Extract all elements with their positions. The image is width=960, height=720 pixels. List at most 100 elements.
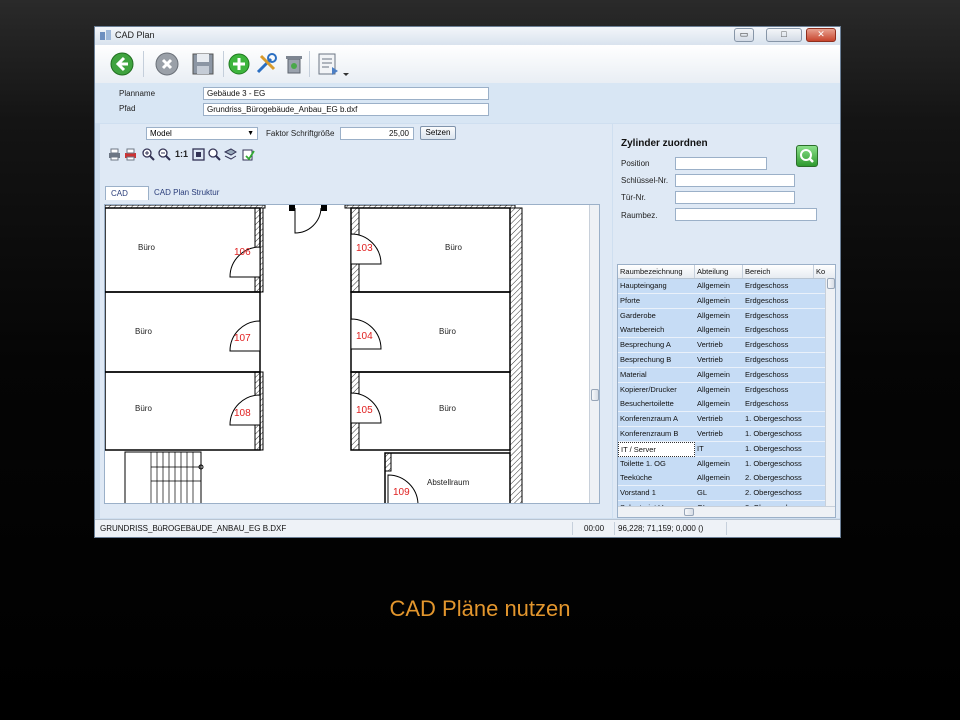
print-icon[interactable] [108, 148, 121, 161]
plan-header: Planname Gebäude 3 - EG Pfad Grundriss_B… [95, 83, 840, 123]
status-bar: GRUNDRISS_BüROGEBäUDE_ANBAU_EG B.DXF 00:… [95, 519, 840, 537]
table-cell: 1. Obergeschoss [745, 429, 802, 438]
door-number[interactable]: 105 [356, 405, 373, 416]
table-cell: Vertrieb [697, 355, 723, 364]
schluessel-nr-field[interactable] [675, 174, 795, 187]
table-row[interactable]: Garderobe Allgemein Erdgeschoss [618, 308, 825, 324]
table-row[interactable]: Teeküche Allgemein 2. Obergeschoss [618, 471, 825, 487]
add-icon[interactable] [226, 51, 252, 77]
table-row[interactable]: Pforte Allgemein Erdgeschoss [618, 293, 825, 309]
tuer-nr-field[interactable] [675, 191, 795, 204]
main-toolbar [95, 45, 840, 84]
door-number[interactable]: 106 [234, 247, 251, 258]
planname-field[interactable]: Gebäude 3 - EG [203, 87, 489, 100]
toolbar-separator [143, 51, 144, 77]
table-row[interactable]: Wartebereich Allgemein Erdgeschoss [618, 323, 825, 339]
cad-view-pane: Model ▼ Faktor Schriftgröße 25,00 Setzen… [100, 124, 612, 518]
search-button[interactable] [796, 145, 818, 167]
room-table: Raumbezeichnung Abteilung Bereich Ko Hau… [617, 264, 836, 518]
raumbez-field[interactable] [675, 208, 817, 221]
table-cell: Allgemein [697, 281, 730, 290]
table-cell: Besprechung A [620, 340, 671, 350]
tab-cad-plan[interactable]: CAD Plan [105, 186, 149, 212]
column-header[interactable]: Ko [814, 265, 835, 278]
cad-plan-window: CAD Plan ▭ □ ✕ Planname Gebäude 3 - EG P… [94, 26, 841, 538]
door-number[interactable]: 103 [356, 243, 373, 254]
cancel-icon[interactable] [154, 51, 180, 77]
table-row[interactable]: Toilette 1. OG Allgemein 1. Obergeschoss [618, 456, 825, 472]
table-cell: Erdgeschoss [745, 281, 789, 290]
properties-icon[interactable] [242, 148, 255, 161]
table-row[interactable]: Material Allgemein Erdgeschoss [618, 367, 825, 383]
table-cell: Allgemein [697, 384, 730, 394]
tools-icon[interactable] [253, 51, 279, 77]
table-cell: Erdgeschoss [745, 340, 789, 350]
table-cell: Erdgeschoss [745, 295, 789, 305]
tuer-nr-label: Tür-Nr. [621, 193, 646, 202]
app-icon [100, 30, 111, 40]
table-cell: Erdgeschoss [745, 384, 789, 394]
scroll-thumb[interactable] [591, 389, 599, 401]
room-label: Büro [135, 404, 152, 413]
door-number[interactable]: 104 [356, 331, 373, 342]
table-row[interactable]: Kopierer/Drucker Allgemein Erdgeschoss [618, 382, 825, 398]
zoom-extents-icon[interactable] [192, 148, 205, 161]
print-preview-icon[interactable] [124, 148, 137, 161]
door-number[interactable]: 108 [234, 408, 251, 419]
minimize-button[interactable]: ▭ [734, 28, 754, 42]
table-row[interactable]: Besprechung A Vertrieb Erdgeschoss [618, 338, 825, 354]
zoom-in-icon[interactable] [142, 148, 155, 161]
table-cell: Allgemein [697, 399, 730, 409]
zoom-window-icon[interactable] [208, 148, 221, 161]
table-cell: IT [697, 443, 704, 453]
scroll-thumb[interactable] [827, 278, 835, 289]
delete-icon[interactable] [281, 51, 307, 77]
zoom-1-1-button[interactable]: 1:1 [175, 149, 188, 159]
table-cell: 1. Obergeschoss [745, 458, 802, 468]
zylinder-panel: Zylinder zuordnen Position Schlüssel-Nr.… [613, 124, 840, 518]
setzen-button[interactable]: Setzen [420, 126, 456, 140]
zylinder-title: Zylinder zuordnen [621, 138, 708, 149]
table-row[interactable]: Besuchertoilette Allgemein Erdgeschoss [618, 397, 825, 413]
table-row[interactable]: Haupteingang Allgemein Erdgeschoss [618, 279, 825, 294]
cad-drawing-canvas[interactable]: Büro Büro Büro Büro Büro Büro Abstellrau… [104, 204, 600, 504]
canvas-vertical-scrollbar[interactable] [589, 205, 599, 503]
scroll-thumb[interactable] [684, 508, 694, 516]
table-row[interactable]: Besprechung B Vertrieb Erdgeschoss [618, 353, 825, 368]
room-label: Büro [445, 243, 462, 252]
position-field[interactable] [675, 157, 767, 170]
table-cell: Vorstand 1 [620, 488, 656, 498]
table-row[interactable]: IT / Server IT 1. Obergeschoss [618, 441, 825, 457]
model-select[interactable]: Model ▼ [146, 127, 258, 140]
room-label: Büro [135, 327, 152, 336]
column-header[interactable]: Raumbezeichnung [618, 265, 695, 278]
table-vertical-scrollbar[interactable] [825, 278, 835, 506]
tab-cad-plan-struktur[interactable]: CAD Plan Struktur [149, 186, 229, 200]
dropdown-arrow-icon[interactable] [342, 51, 350, 77]
table-row[interactable]: Vorstand 1 GL 2. Obergeschoss [618, 486, 825, 502]
door-number[interactable]: 107 [234, 333, 251, 344]
list-icon[interactable] [315, 51, 341, 77]
layers-icon[interactable] [224, 148, 237, 161]
table-horizontal-scrollbar[interactable] [618, 506, 835, 517]
back-arrow-icon[interactable] [109, 51, 135, 77]
door-number[interactable]: 109 [393, 487, 410, 498]
room-label: Abstellraum [427, 478, 470, 487]
window-title: CAD Plan [115, 30, 155, 40]
faktor-field[interactable]: 25,00 [340, 127, 414, 140]
table-row[interactable]: Konferenzraum B Vertrieb 1. Obergeschoss [618, 427, 825, 442]
toolbar-separator [223, 51, 224, 77]
column-header[interactable]: Abteilung [695, 265, 743, 278]
table-row[interactable]: Konferenzraum A Vertrieb 1. Obergeschoss [618, 412, 825, 428]
raumbez-label: Raumbez. [621, 211, 658, 220]
close-window-button[interactable]: ✕ [806, 28, 836, 42]
table-cell: Allgemein [697, 369, 730, 379]
column-header[interactable]: Bereich [743, 265, 814, 278]
pfad-field[interactable]: Grundriss_Bürogebäude_Anbau_EG b.dxf [203, 103, 489, 116]
table-cell: Pforte [620, 295, 641, 305]
table-cell: Kopierer/Drucker [620, 384, 677, 394]
save-icon[interactable] [190, 51, 216, 77]
table-cell: Haupteingang [620, 281, 667, 290]
zoom-out-icon[interactable] [158, 148, 171, 161]
maximize-button[interactable]: □ [766, 28, 802, 42]
